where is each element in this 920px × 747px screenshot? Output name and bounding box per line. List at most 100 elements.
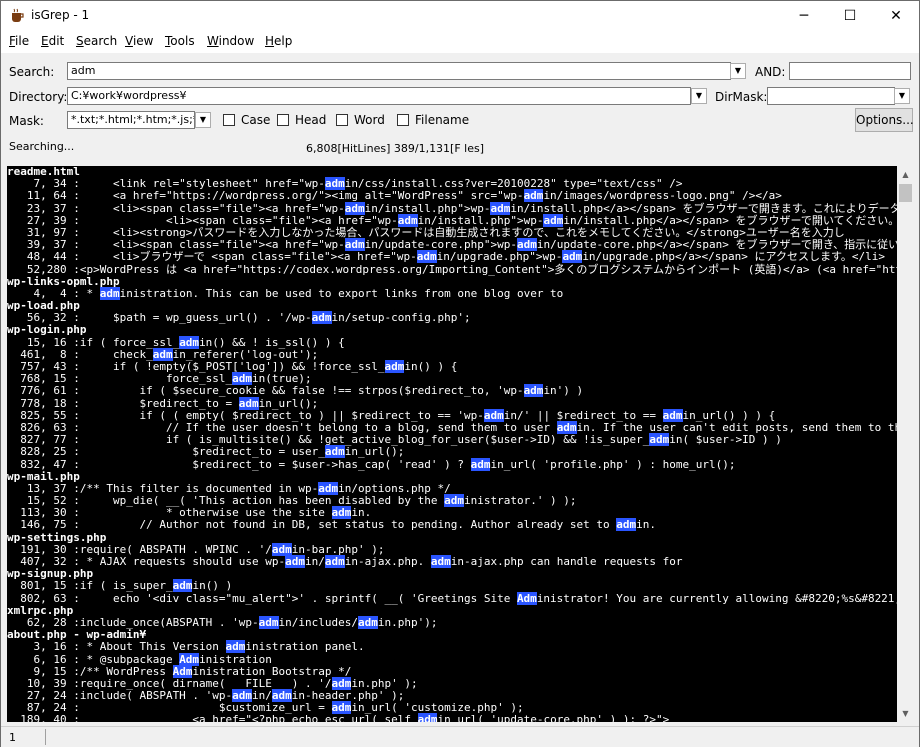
result-line[interactable]: 6, 16 : * @subpackage Administration [7,652,897,666]
search-status: Searching... [9,140,75,153]
result-line[interactable]: 778, 18 : $redirect_to = admin_url(); [7,396,897,410]
options-button[interactable]: Options... [855,108,914,132]
match-highlight: Adm [516,591,537,605]
scroll-thumb[interactable] [899,184,912,202]
result-line[interactable]: 56, 32 : $path = wp_guess_url() . '/wp-a… [7,311,897,325]
result-line[interactable]: 15, 16 :if ( force_ssl_admin() && ! is_s… [7,335,897,349]
result-line[interactable]: 4, 4 : * administration. This can be use… [7,286,897,300]
match-highlight: adm [556,420,577,434]
result-line[interactable]: 776, 61 : if ( $secure_cookie && false !… [7,384,897,398]
match-highlight: adm [543,213,564,227]
match-highlight: adm [662,408,683,422]
result-line[interactable]: 146, 75 : // Author not found in DB, set… [7,518,897,532]
match-highlight: adm [417,713,438,722]
match-highlight: adm [172,579,193,593]
vertical-scrollbar[interactable]: ▲ ▼ [897,166,914,722]
result-line[interactable]: 832, 47 : $redirect_to = $user->has_cap(… [7,457,897,471]
case-checkbox[interactable] [223,114,235,126]
title-bar: isGrep - 1 ─ ☐ ✕ [1,1,919,31]
filename-checkbox[interactable] [397,114,409,126]
directory-dropdown-arrow[interactable]: ▼ [691,88,707,104]
window-title: isGrep - 1 [31,8,90,22]
match-highlight: adm [490,201,511,215]
match-highlight: adm [258,615,279,629]
maximize-button[interactable]: ☐ [827,1,873,31]
match-highlight: adm [324,445,345,459]
menu-help[interactable]: Help [265,34,292,48]
mask-dropdown-arrow[interactable]: ▼ [195,112,211,128]
directory-input[interactable]: C:¥work¥wordpress¥ [67,87,691,105]
search-dropdown-arrow[interactable]: ▼ [730,63,746,79]
directory-label: Directory: [9,90,68,104]
result-line[interactable]: 801, 15 :if ( is_super_admin() ) [7,579,897,593]
match-highlight: adm [232,372,253,386]
result-line[interactable]: 11, 64 : <a href="https://wordpress.org/… [7,189,897,203]
match-highlight: adm [483,408,504,422]
match-highlight: adm [331,701,352,715]
match-highlight: adm [318,481,339,495]
menu-search[interactable]: Search [76,34,117,48]
match-highlight: adm [523,189,544,203]
match-highlight: adm [271,689,292,703]
match-highlight: adm [152,347,173,361]
result-line[interactable]: 189, 40 : <a href="<?php echo esc_url( s… [7,713,897,722]
result-line[interactable]: 48, 44 : <li>ブラウザーで <span class="file"><… [7,250,897,264]
result-line[interactable]: 407, 32 : * AJAX requests should use wp-… [7,555,897,568]
results-pane[interactable]: readme.html 7, 34 : <link rel="styleshee… [7,166,897,722]
word-label: Word [354,113,385,127]
result-line[interactable]: 828, 25 : $redirect_to = user_admin_url(… [7,445,897,459]
app-window: isGrep - 1 ─ ☐ ✕ File Edit Search View T… [0,0,920,747]
match-highlight: adm [225,640,246,654]
coffee-cup-icon [12,8,24,22]
close-button[interactable]: ✕ [873,1,919,31]
result-line[interactable]: 3, 16 : * About This Version administrat… [7,640,897,654]
match-highlight: adm [238,396,259,410]
result-file-header[interactable]: wp-login.php [7,324,897,336]
result-line[interactable]: 802, 63 : echo '<div class="mu_alert">' … [7,591,897,605]
menu-edit[interactable]: Edit [41,34,64,48]
filename-label: Filename [415,113,470,127]
match-highlight: Adm [172,664,193,678]
match-highlight: adm [562,250,583,264]
menu-view[interactable]: View [125,34,153,48]
match-highlight: adm [271,542,292,556]
mask-label: Mask: [9,114,44,128]
and-input[interactable] [789,62,911,80]
menu-tools[interactable]: Tools [165,34,195,48]
match-highlight: adm [324,177,345,191]
match-highlight: adm [416,250,437,264]
match-highlight: adm [331,506,352,520]
dirmask-input[interactable] [767,87,895,105]
match-highlight: adm [311,311,332,325]
word-checkbox[interactable] [336,114,348,126]
status-separator [45,729,46,745]
menu-window[interactable]: Window [207,34,254,48]
hit-count: 6,808[HitLines] 389/1,131[F les] [306,142,485,155]
match-highlight: adm [331,676,352,690]
menu-bar: File Edit Search View Tools Window Help [1,31,919,53]
match-highlight: adm [397,213,418,227]
match-highlight: adm [470,457,491,471]
minimize-button[interactable]: ─ [781,1,827,31]
match-highlight: adm [344,201,365,215]
search-input[interactable]: adm [67,62,731,80]
menu-file[interactable]: File [9,34,29,48]
result-line[interactable]: 23, 37 : <li><span class="file"><a href=… [7,201,897,215]
match-highlight: adm [324,555,345,568]
scroll-up-arrow-icon[interactable]: ▲ [897,166,914,183]
match-highlight: adm [232,689,253,703]
match-highlight: adm [430,555,451,568]
result-file-header[interactable]: wp-settings.php [7,531,897,544]
result-line[interactable]: 52,280 :<p>WordPress は <a href="https://… [7,263,897,276]
head-label: Head [295,113,327,127]
scroll-down-arrow-icon[interactable]: ▼ [897,705,914,722]
match-highlight: adm [384,360,405,373]
match-highlight: adm [99,286,120,300]
match-highlight: adm [616,518,637,532]
mask-input[interactable]: *.txt;*.html;*.htm;*.js;*.cs [67,111,195,129]
match-highlight: adm [649,433,670,447]
head-checkbox[interactable] [277,114,289,126]
status-bar: 1 [1,726,919,747]
and-label: AND: [755,65,786,79]
dirmask-dropdown-arrow[interactable]: ▼ [894,88,910,104]
